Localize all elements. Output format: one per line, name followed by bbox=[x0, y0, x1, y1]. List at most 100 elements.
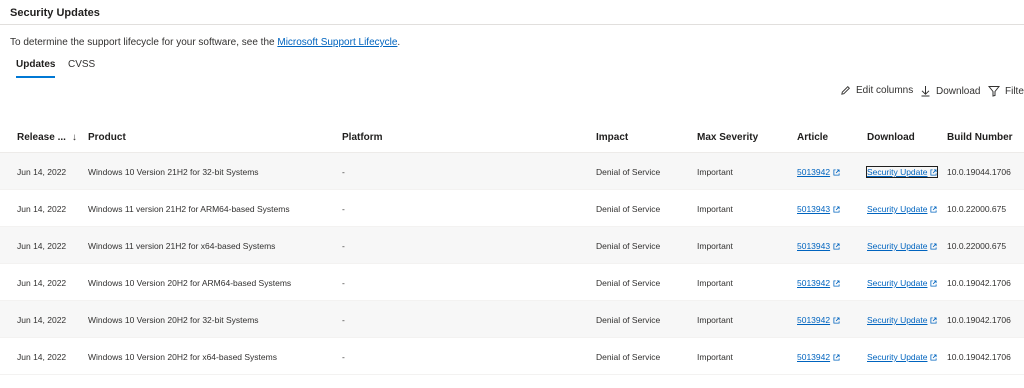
column-header-release[interactable]: Release ... ↓ bbox=[17, 132, 77, 143]
column-header-article[interactable]: Article bbox=[797, 132, 828, 143]
external-link-icon bbox=[930, 353, 938, 361]
article-link[interactable]: 5013942 bbox=[797, 278, 840, 288]
security-update-link[interactable]: Security Update bbox=[867, 315, 938, 325]
article-link[interactable]: 5013942 bbox=[797, 315, 840, 325]
article-link-label: 5013943 bbox=[797, 241, 831, 251]
support-lifecycle-link[interactable]: Microsoft Support Lifecycle bbox=[277, 37, 397, 48]
release-date-cell: Jun 14, 2022 bbox=[17, 167, 67, 177]
security-update-label: Security Update bbox=[867, 278, 928, 288]
table-row[interactable]: Jun 14, 2022 Windows 10 Version 20H2 for… bbox=[0, 301, 1024, 338]
edit-columns-label: Edit columns bbox=[856, 85, 914, 96]
security-update-link[interactable]: Security Update bbox=[865, 166, 939, 178]
download-button[interactable]: Download bbox=[920, 85, 980, 97]
build-number-cell: 10.0.19042.1706 bbox=[947, 315, 1011, 325]
table-row[interactable]: Jun 14, 2022 Windows 10 Version 20H2 for… bbox=[0, 338, 1024, 375]
release-date-cell: Jun 14, 2022 bbox=[17, 241, 67, 251]
table-row[interactable]: Jun 14, 2022 Windows 10 Version 20H2 for… bbox=[0, 264, 1024, 301]
security-update-link[interactable]: Security Update bbox=[867, 204, 938, 214]
column-label-release: Release ... bbox=[17, 132, 66, 143]
security-update-label: Security Update bbox=[867, 167, 928, 177]
external-link-icon bbox=[833, 205, 840, 213]
severity-cell: Important bbox=[697, 241, 733, 251]
platform-cell: - bbox=[342, 241, 345, 251]
security-update-link[interactable]: Security Update bbox=[867, 352, 938, 362]
column-header-max-severity[interactable]: Max Severity bbox=[697, 132, 758, 143]
security-update-label: Security Update bbox=[867, 204, 928, 214]
build-number-cell: 10.0.19042.1706 bbox=[947, 278, 1011, 288]
filter-funnel-icon bbox=[988, 86, 1000, 97]
column-header-download[interactable]: Download bbox=[867, 132, 915, 143]
article-link[interactable]: 5013943 bbox=[797, 241, 840, 251]
release-date-cell: Jun 14, 2022 bbox=[17, 352, 67, 362]
product-cell: Windows 10 Version 20H2 for ARM64-based … bbox=[88, 278, 292, 288]
release-date-cell: Jun 14, 2022 bbox=[17, 278, 67, 288]
table-header: Release ... ↓ Product Platform Impact Max… bbox=[0, 122, 1024, 153]
product-cell: Windows 11 version 21H2 for ARM64-based … bbox=[88, 204, 290, 214]
impact-cell: Denial of Service bbox=[596, 241, 661, 251]
table-row[interactable]: Jun 14, 2022 Windows 11 version 21H2 for… bbox=[0, 227, 1024, 264]
tab-cvss[interactable]: CVSS bbox=[68, 57, 95, 76]
pencil-icon bbox=[841, 86, 850, 95]
product-cell: Windows 11 version 21H2 for x64-based Sy… bbox=[88, 241, 276, 251]
external-link-icon bbox=[833, 353, 840, 361]
updates-table: Release ... ↓ Product Platform Impact Max… bbox=[0, 122, 1024, 375]
download-label: Download bbox=[936, 85, 981, 97]
release-date-cell: Jun 14, 2022 bbox=[17, 204, 67, 214]
build-number-cell: 10.0.22000.675 bbox=[947, 241, 1007, 251]
security-update-label: Security Update bbox=[867, 315, 928, 325]
release-date-cell: Jun 14, 2022 bbox=[17, 315, 67, 325]
external-link-icon bbox=[833, 316, 840, 324]
article-link-label: 5013942 bbox=[797, 167, 831, 177]
impact-cell: Denial of Service bbox=[596, 352, 661, 362]
intro-prefix: To determine the support lifecycle for y… bbox=[10, 37, 278, 48]
article-link-label: 5013942 bbox=[797, 315, 831, 325]
security-update-link[interactable]: Security Update bbox=[867, 278, 938, 288]
security-update-link[interactable]: Security Update bbox=[867, 241, 938, 251]
impact-cell: Denial of Service bbox=[596, 315, 661, 325]
severity-cell: Important bbox=[697, 352, 733, 362]
security-update-label: Security Update bbox=[867, 352, 928, 362]
build-number-cell: 10.0.19042.1706 bbox=[947, 352, 1011, 362]
column-header-build-number[interactable]: Build Number bbox=[947, 132, 1013, 143]
severity-cell: Important bbox=[697, 167, 733, 177]
external-link-icon bbox=[930, 168, 938, 176]
external-link-icon bbox=[930, 279, 938, 287]
table-row[interactable]: Jun 14, 2022 Windows 11 version 21H2 for… bbox=[0, 190, 1024, 227]
header-bar: Security Updates bbox=[0, 0, 1024, 25]
article-link-label: 5013942 bbox=[797, 278, 831, 288]
external-link-icon bbox=[930, 316, 938, 324]
table-row[interactable]: Jun 14, 2022 Windows 10 Version 21H2 for… bbox=[0, 153, 1024, 190]
external-link-icon bbox=[833, 242, 840, 250]
platform-cell: - bbox=[342, 315, 345, 325]
build-number-cell: 10.0.19044.1706 bbox=[947, 167, 1011, 177]
article-link-label: 5013942 bbox=[797, 352, 831, 362]
filter-label: Filter bbox=[1005, 85, 1024, 97]
product-cell: Windows 10 Version 21H2 for 32-bit Syste… bbox=[88, 167, 259, 177]
product-cell: Windows 10 Version 20H2 for x64-based Sy… bbox=[88, 352, 277, 362]
column-header-product[interactable]: Product bbox=[88, 132, 126, 143]
article-link[interactable]: 5013942 bbox=[797, 167, 840, 177]
severity-cell: Important bbox=[697, 315, 733, 325]
column-header-platform[interactable]: Platform bbox=[342, 132, 383, 143]
page-title: Security Updates bbox=[10, 7, 100, 19]
external-link-icon bbox=[833, 168, 840, 176]
intro-suffix: . bbox=[397, 37, 401, 48]
edit-columns-button[interactable]: Edit columns bbox=[840, 85, 913, 96]
intro-text: To determine the support lifecycle for y… bbox=[10, 37, 400, 48]
tab-updates[interactable]: Updates bbox=[16, 57, 56, 78]
severity-cell: Important bbox=[697, 204, 733, 214]
platform-cell: - bbox=[342, 167, 345, 177]
impact-cell: Denial of Service bbox=[596, 278, 661, 288]
platform-cell: - bbox=[342, 352, 345, 362]
column-header-impact[interactable]: Impact bbox=[596, 132, 628, 143]
external-link-icon bbox=[930, 242, 938, 250]
external-link-icon bbox=[833, 279, 840, 287]
impact-cell: Denial of Service bbox=[596, 167, 661, 177]
platform-cell: - bbox=[342, 278, 345, 288]
security-update-label: Security Update bbox=[867, 241, 928, 251]
article-link[interactable]: 5013942 bbox=[797, 352, 840, 362]
article-link[interactable]: 5013943 bbox=[797, 204, 840, 214]
platform-cell: - bbox=[342, 204, 345, 214]
severity-cell: Important bbox=[697, 278, 733, 288]
filter-button[interactable]: Filter bbox=[988, 85, 1024, 97]
